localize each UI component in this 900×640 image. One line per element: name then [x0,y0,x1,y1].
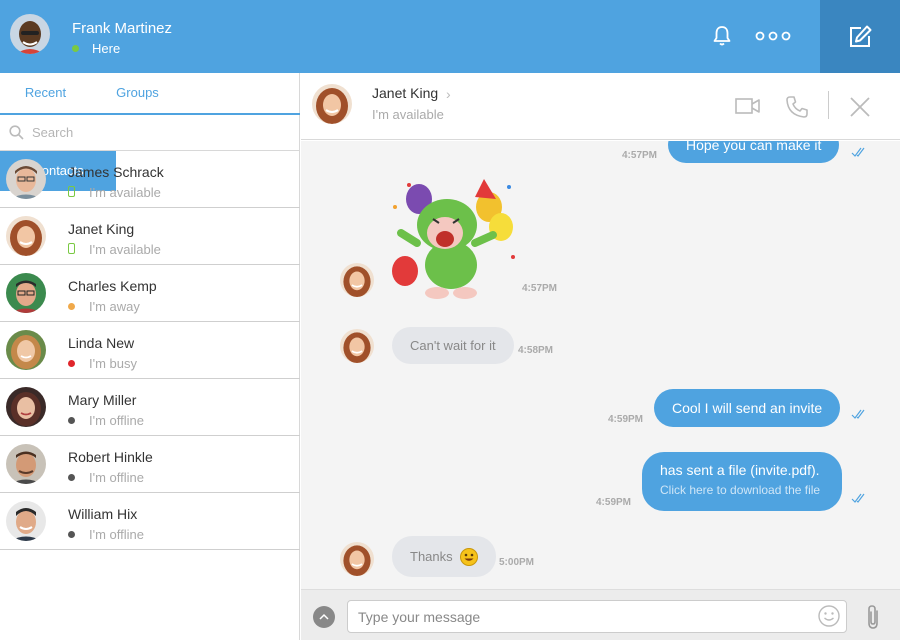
message-bubble-incoming[interactable]: Can't wait for it [392,327,514,364]
search-input[interactable] [32,125,272,140]
contact-status: I'm away [89,299,140,314]
message-text: Can't wait for it [410,338,496,353]
search-bar [0,115,300,151]
message-list: Hope you can make it 4:57PM 4:57PM Can't… [301,141,900,589]
avatar [6,330,46,370]
my-status-text: Here [92,41,121,56]
avatar [6,216,46,256]
avatar [6,501,46,541]
search-icon [9,125,24,140]
contact-name: Janet King [68,221,135,237]
message-time: 5:00PM [499,557,535,568]
message-time: 4:59PM [608,414,644,425]
busy-dot [68,359,75,367]
avatar [6,273,46,313]
contact-name: Linda New [68,335,135,351]
chevron-up-icon [319,613,329,620]
sender-avatar [340,263,374,297]
contact-status: I'm busy [89,356,137,371]
bell-icon[interactable] [710,24,734,48]
contact-status: I'm offline [89,470,144,485]
contact-item[interactable]: Janet King I'm available [0,208,300,265]
contact-item[interactable]: Robert Hinkle I'm offline [0,436,300,493]
message-bubble-outgoing[interactable]: Hope you can make it [668,141,840,163]
compose-button[interactable] [820,0,900,73]
contact-name: Mary Miller [68,392,137,408]
contact-item[interactable]: William Hix I'm offline [0,493,300,550]
contact-name: William Hix [68,506,138,522]
away-dot [68,302,75,310]
my-status[interactable]: Here [72,41,120,56]
phone-icon[interactable] [785,95,809,119]
avatar [6,444,46,484]
read-receipt-icon [851,493,865,503]
avatar [6,387,46,427]
mobile-icon [68,243,75,254]
contact-name: Charles Kemp [68,278,157,294]
message-text: Thanks [410,549,453,564]
message-time: 4:59PM [596,497,632,508]
contact-item[interactable]: James Schrack I'm available [0,151,300,208]
attachment-icon[interactable] [865,604,881,630]
sender-avatar [340,329,374,363]
message-text: Cool I will send an invite [672,400,823,416]
emoji-icon[interactable] [818,605,840,627]
contact-name: Robert Hinkle [68,449,153,465]
my-name: Frank Martinez [72,20,173,37]
my-avatar[interactable] [10,14,50,54]
top-bar: Frank Martinez Here [0,0,900,73]
close-icon[interactable] [850,97,870,117]
message-input[interactable] [347,600,847,633]
message-bubble-outgoing[interactable]: Cool I will send an invite [654,389,841,427]
status-dot [72,45,79,52]
divider [828,91,829,119]
more-icon[interactable] [755,28,791,44]
message-time: 4:58PM [518,345,554,356]
message-bubble-incoming[interactable]: Thanks [392,536,496,577]
tab-recent[interactable]: Recent [0,73,91,113]
file-message-bubble[interactable]: has sent a file (invite.pdf). Click here… [642,452,842,511]
contact-item[interactable]: Mary Miller I'm offline [0,379,300,436]
avatar [6,159,46,199]
sender-avatar [340,542,374,576]
mobile-icon [68,186,75,197]
party-monkey-sticker[interactable] [389,177,519,301]
read-receipt-icon [851,147,865,157]
message-time: 4:57PM [522,283,558,294]
chevron-right-icon[interactable]: › [446,86,451,102]
expand-button[interactable] [313,606,335,628]
message-time: 4:57PM [622,150,658,161]
offline-dot [68,473,75,481]
message-text: has sent a file (invite.pdf). [660,462,820,478]
compose-icon [850,25,872,47]
tab-groups[interactable]: Groups [91,73,184,113]
message-composer [301,589,900,640]
read-receipt-icon [851,409,865,419]
chat-contact-status: I'm available [372,107,444,122]
contact-item[interactable]: Charles Kemp I'm away [0,265,300,322]
tab-bar: Recent Contacts Groups [0,73,300,191]
contact-status: I'm offline [89,527,144,542]
offline-dot [68,530,75,538]
contact-item[interactable]: Linda New I'm busy [0,322,300,379]
chat-header: Janet King › I'm available [301,73,900,140]
smiley-emoji-icon [459,547,478,566]
contact-status: I'm available [89,242,161,257]
contacts-panel: Recent Contacts Groups James Schrack I'm… [0,73,300,640]
contact-list: James Schrack I'm available Janet King I… [0,151,300,550]
message-text: Hope you can make it [686,141,822,153]
contact-name: James Schrack [68,164,164,180]
chat-contact-name[interactable]: Janet King [372,85,438,101]
video-call-icon[interactable] [735,97,761,115]
contact-status: I'm available [89,185,161,200]
download-file-link[interactable]: Click here to download the file [660,483,842,497]
contact-status: I'm offline [89,413,144,428]
offline-dot [68,416,75,424]
chat-avatar[interactable] [312,84,352,124]
